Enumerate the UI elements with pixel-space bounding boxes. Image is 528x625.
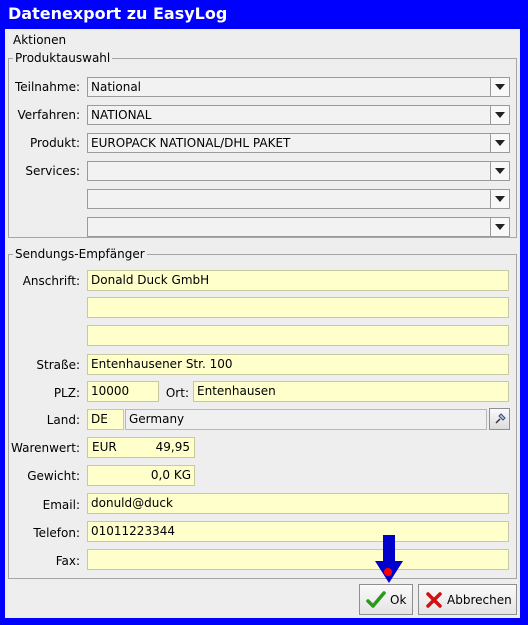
click-point-marker — [384, 568, 392, 576]
red-x-icon — [426, 591, 442, 608]
teilnahme-value: National — [91, 80, 142, 94]
email-label: Email: — [42, 498, 80, 512]
pin-icon — [494, 413, 506, 424]
warenwert-amount: 49,95 — [155, 440, 190, 454]
teilnahme-label: Teilnahme: — [14, 80, 80, 94]
fax-label: Fax: — [55, 554, 80, 568]
plz-label: PLZ: — [53, 386, 80, 400]
land-label: Land: — [46, 413, 80, 427]
chevron-down-icon[interactable] — [490, 218, 509, 236]
email-field[interactable]: donuld@duck — [87, 493, 509, 514]
warenwert-currency: EUR — [92, 440, 117, 454]
services-combobox-3[interactable] — [87, 217, 510, 237]
verfahren-label: Verfahren: — [17, 108, 80, 122]
down-arrow-pointer-icon — [375, 535, 403, 583]
teilnahme-combobox[interactable]: National — [87, 77, 510, 97]
chevron-down-icon[interactable] — [490, 106, 509, 124]
menu-bar: Aktionen — [5, 29, 520, 51]
services-combobox-1[interactable] — [87, 161, 510, 181]
fax-field[interactable] — [87, 549, 509, 570]
ok-button[interactable]: Ok — [359, 584, 413, 615]
dialog-client-area: Aktionen Produktauswahl Teilnahme: Natio… — [5, 29, 520, 618]
produkt-combobox[interactable]: EUROPACK NATIONAL/DHL PAKET — [87, 133, 510, 153]
warenwert-label: Warenwert: — [11, 441, 80, 455]
warenwert-field[interactable]: EUR 49,95 — [87, 437, 195, 458]
gewicht-field[interactable]: 0,0 KG — [87, 465, 195, 486]
ok-button-label: Ok — [390, 592, 407, 607]
produkt-label: Produkt: — [30, 136, 80, 150]
strasse-field[interactable]: Entenhausener Str. 100 — [87, 354, 509, 375]
chevron-down-icon[interactable] — [490, 134, 509, 152]
anschrift-field-1[interactable]: Donald Duck GmbH — [87, 270, 509, 291]
produktauswahl-legend: Produktauswahl — [15, 51, 111, 65]
land-name-field: Germany — [125, 409, 487, 430]
telefon-label: Telefon: — [33, 526, 80, 540]
checkmark-icon — [366, 590, 386, 608]
services-label: Services: — [25, 164, 80, 178]
anschrift-field-3[interactable] — [87, 325, 509, 346]
menu-aktionen[interactable]: Aktionen — [13, 33, 66, 47]
telefon-field[interactable]: 01011223344 — [87, 521, 509, 542]
land-lookup-button[interactable] — [489, 408, 510, 430]
land-code-field[interactable]: DE — [87, 409, 124, 430]
strasse-label: Straße: — [36, 358, 80, 372]
abbrechen-button-label: Abbrechen — [447, 592, 512, 607]
anschrift-label: Anschrift: — [22, 274, 80, 288]
window-title: Datenexport zu EasyLog — [8, 4, 228, 23]
verfahren-value: NATIONAL — [91, 108, 152, 122]
chevron-down-icon[interactable] — [490, 78, 509, 96]
verfahren-combobox[interactable]: NATIONAL — [87, 105, 510, 125]
empfaenger-legend: Sendungs-Empfänger — [15, 247, 145, 261]
produkt-value: EUROPACK NATIONAL/DHL PAKET — [91, 136, 291, 150]
plz-field[interactable]: 10000 — [87, 381, 159, 402]
gewicht-label: Gewicht: — [27, 469, 80, 483]
chevron-down-icon[interactable] — [490, 190, 509, 208]
services-combobox-2[interactable] — [87, 189, 510, 209]
ort-label: Ort: — [165, 386, 189, 400]
abbrechen-button[interactable]: Abbrechen — [418, 584, 517, 615]
chevron-down-icon[interactable] — [490, 162, 509, 180]
ort-field[interactable]: Entenhausen — [193, 381, 509, 402]
anschrift-field-2[interactable] — [87, 297, 509, 318]
